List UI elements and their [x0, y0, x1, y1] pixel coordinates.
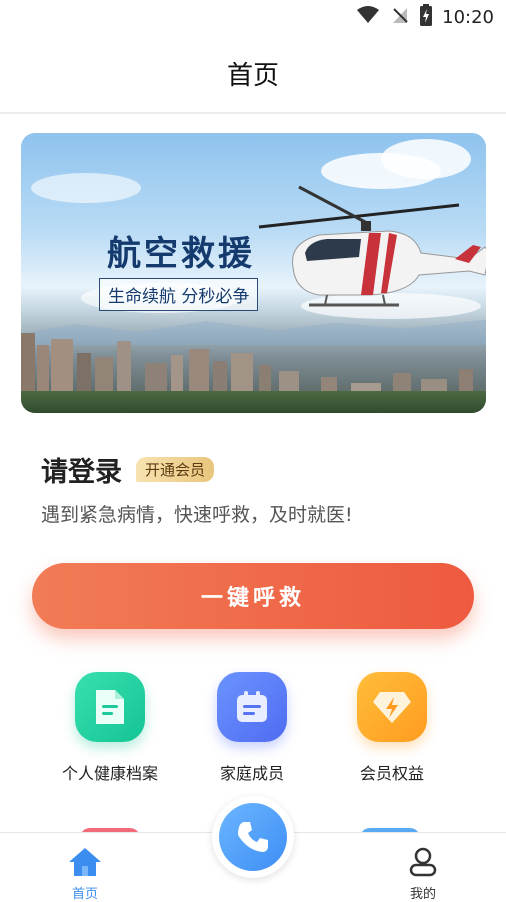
- tab-label: 首页: [71, 887, 98, 902]
- city-skyline: [21, 323, 486, 413]
- quick-action-vip-benefits[interactable]: 会员权益: [332, 672, 452, 784]
- login-row: 请登录 开通会员: [41, 450, 215, 489]
- no-signal-icon: [390, 5, 410, 30]
- banner-headline: 航空救援: [107, 234, 255, 274]
- status-bar: 10:20: [0, 0, 506, 34]
- call-button[interactable]: [212, 796, 294, 878]
- quick-action-family[interactable]: 家庭成员: [192, 672, 312, 784]
- quick-action-label: 会员权益: [359, 764, 424, 783]
- page-title: 首页: [226, 60, 279, 91]
- helicopter-image: [249, 183, 486, 317]
- login-link[interactable]: 请登录: [41, 450, 122, 489]
- tab-label: 我的: [409, 887, 436, 902]
- home-icon: [68, 847, 102, 881]
- status-time: 10:20: [442, 6, 494, 28]
- tab-home[interactable]: 首页: [55, 847, 115, 902]
- phone-icon: [219, 803, 287, 871]
- quick-action-label: 家庭成员: [219, 764, 284, 783]
- sos-button[interactable]: 一键呼救: [32, 563, 474, 629]
- user-icon: [408, 847, 438, 881]
- quick-action-health-record[interactable]: 个人健康档案: [50, 672, 170, 784]
- tab-mine[interactable]: 我的: [393, 847, 453, 902]
- quick-action-label: 个人健康档案: [61, 764, 158, 783]
- calendar-icon: [217, 672, 287, 742]
- vip-badge[interactable]: 开通会员: [136, 457, 215, 482]
- diamond-icon: [357, 672, 427, 742]
- battery-charging-icon: [420, 3, 433, 31]
- login-subtitle: 遇到紧急病情，快速呼救，及时就医!: [41, 504, 353, 526]
- wifi-icon: [356, 5, 380, 30]
- document-icon: [75, 672, 145, 742]
- app-header: 首页: [0, 34, 506, 114]
- banner[interactable]: 航空救援 生命续航 分秒必争: [21, 133, 486, 413]
- banner-slogan: 生命续航 分秒必争: [99, 278, 259, 311]
